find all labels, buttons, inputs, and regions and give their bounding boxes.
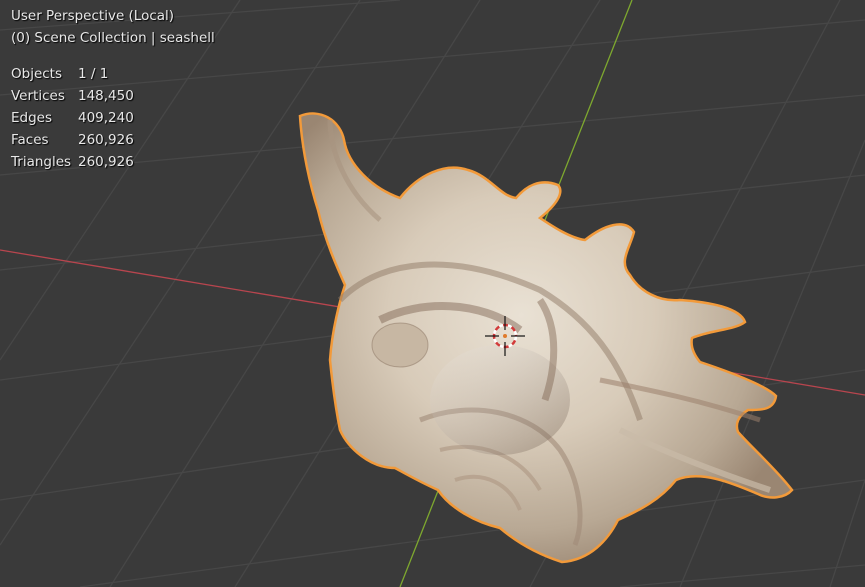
stat-value: 1 / 1: [78, 66, 109, 82]
scene-statistics: Objects 1 / 1 Vertices 148,450 Edges 409…: [11, 63, 215, 173]
stat-label: Faces: [11, 132, 49, 148]
viewport-info-overlay: User Perspective (Local) (0) Scene Colle…: [11, 5, 215, 173]
stat-row-objects: Objects 1 / 1: [11, 63, 215, 85]
stat-value: 409,240: [78, 110, 134, 126]
stat-row-triangles: Triangles 260,926: [11, 151, 215, 173]
stat-value: 260,926: [78, 154, 134, 170]
stat-label: Triangles: [11, 154, 72, 170]
3d-viewport[interactable]: User Perspective (Local) (0) Scene Colle…: [0, 0, 865, 587]
stat-value: 148,450: [78, 88, 134, 104]
stat-row-edges: Edges 409,240: [11, 107, 215, 129]
collection-label: (0) Scene Collection | seashell: [11, 30, 215, 46]
stat-row-faces: Faces 260,926: [11, 129, 215, 151]
stat-value: 260,926: [78, 132, 134, 148]
stat-label: Objects: [11, 66, 63, 82]
stat-row-vertices: Vertices 148,450: [11, 85, 215, 107]
stat-label: Edges: [11, 110, 53, 126]
perspective-label: User Perspective (Local): [11, 8, 175, 24]
stat-label: Vertices: [11, 88, 65, 104]
